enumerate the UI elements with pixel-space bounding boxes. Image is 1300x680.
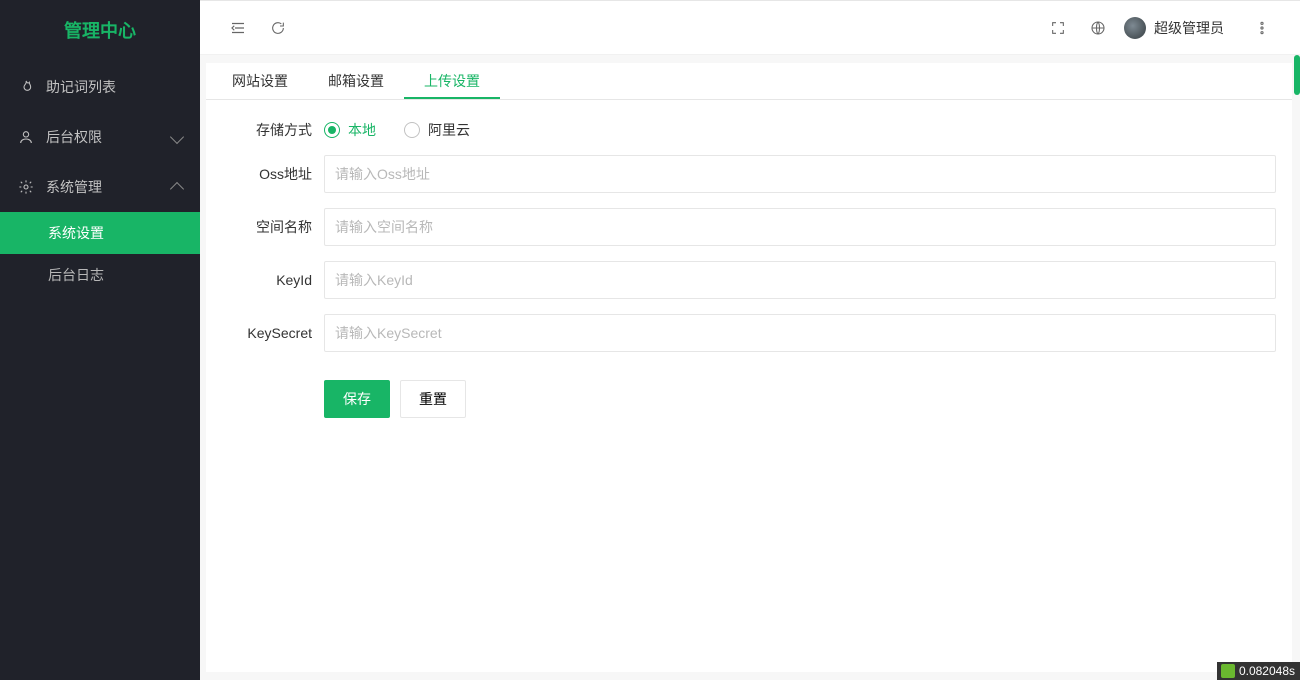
flame-icon [18, 79, 34, 95]
user-menu[interactable]: 超级管理员 [1118, 8, 1242, 48]
sidebar-subitem-settings[interactable]: 系统设置 [0, 212, 200, 254]
app-logo: 管理中心 [0, 0, 200, 62]
sidebar-item-label: 助记词列表 [46, 77, 182, 97]
language-button[interactable] [1078, 8, 1118, 48]
storage-label: 存储方式 [214, 120, 324, 140]
sidebar-item-system[interactable]: 系统管理 [0, 162, 200, 212]
reset-button[interactable]: 重置 [400, 380, 466, 418]
tab-website[interactable]: 网站设置 [212, 63, 308, 99]
perf-badge: 0.082048s [1217, 662, 1300, 680]
oss-input[interactable] [324, 155, 1276, 193]
sidebar: 管理中心 助记词列表 后台权限 系统管理 [0, 0, 200, 680]
tabs: 网站设置 邮箱设置 上传设置 [206, 63, 1292, 100]
tab-email[interactable]: 邮箱设置 [308, 63, 404, 99]
radio-aliyun[interactable]: 阿里云 [404, 120, 470, 140]
keyid-input[interactable] [324, 261, 1276, 299]
radio-local[interactable]: 本地 [324, 120, 376, 140]
radio-label: 阿里云 [428, 120, 470, 140]
fullscreen-button[interactable] [1038, 8, 1078, 48]
main-area: 超级管理员 网站设置 邮箱设置 上传设置 存储方式 [200, 0, 1300, 680]
gear-icon [18, 179, 34, 195]
scroll-indicator [1294, 55, 1300, 95]
chevron-up-icon [170, 182, 184, 196]
radio-label: 本地 [348, 120, 376, 140]
refresh-button[interactable] [258, 8, 298, 48]
chevron-down-icon [170, 130, 184, 144]
radio-icon [324, 122, 340, 138]
bucket-input[interactable] [324, 208, 1276, 246]
more-button[interactable] [1242, 8, 1282, 48]
perf-time: 0.082048s [1239, 664, 1295, 678]
avatar [1124, 17, 1146, 39]
username: 超级管理员 [1154, 18, 1224, 38]
bucket-label: 空间名称 [214, 217, 324, 237]
save-button[interactable]: 保存 [324, 380, 390, 418]
keysecret-input[interactable] [324, 314, 1276, 352]
sidebar-item-label: 后台权限 [46, 127, 172, 147]
sidebar-item-permissions[interactable]: 后台权限 [0, 112, 200, 162]
sidebar-item-mnemonic[interactable]: 助记词列表 [0, 62, 200, 112]
keysecret-label: KeySecret [214, 325, 324, 341]
leaf-icon [1221, 664, 1235, 678]
oss-label: Oss地址 [214, 164, 324, 184]
radio-icon [404, 122, 420, 138]
user-icon [18, 129, 34, 145]
keyid-label: KeyId [214, 272, 324, 288]
header: 超级管理员 [200, 1, 1300, 55]
sidebar-item-label: 系统管理 [46, 177, 172, 197]
sidebar-subitem-logs[interactable]: 后台日志 [0, 254, 200, 296]
tab-upload[interactable]: 上传设置 [404, 63, 500, 99]
content-panel: 网站设置 邮箱设置 上传设置 存储方式 本地 [206, 63, 1292, 672]
upload-form: 存储方式 本地 阿里云 [206, 100, 1292, 438]
menu-toggle-button[interactable] [218, 8, 258, 48]
